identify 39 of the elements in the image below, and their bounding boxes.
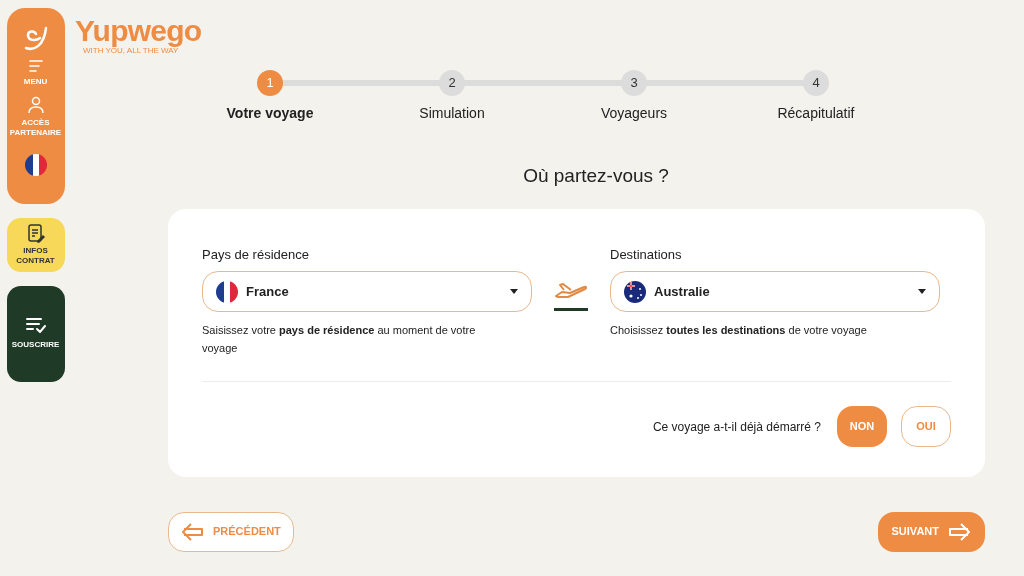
- country-select[interactable]: Australie: [610, 271, 940, 312]
- field-hint: Choisissez toutes les destinations de votre voyage: [610, 323, 868, 338]
- user-icon[interactable]: [27, 96, 44, 114]
- logo-mark-icon: [22, 26, 49, 52]
- previous-button[interactable]: PRÉCÉDENT: [168, 511, 294, 552]
- runway-line: [554, 307, 588, 311]
- step-number: 3: [621, 70, 647, 96]
- started-question: Ce voyage a-t-il déjà démarré ?: [652, 418, 821, 436]
- menu-icon[interactable]: [28, 60, 43, 72]
- step-number: 2: [439, 70, 465, 96]
- flag-icon: [624, 280, 646, 303]
- field-label: Pays de résidence: [202, 245, 310, 264]
- step-label: Récapitulatif: [777, 104, 855, 123]
- field-label: Destinations: [610, 245, 683, 264]
- answer-button[interactable]: OUI: [901, 406, 951, 447]
- arrow-right-icon: [947, 521, 971, 542]
- french-flag-icon: [24, 154, 47, 176]
- brand-logo[interactable]: Yupwego: [75, 17, 1024, 45]
- step-number: 4: [803, 70, 829, 96]
- step-label: Votre voyage: [226, 104, 314, 123]
- country-select[interactable]: France: [202, 271, 532, 312]
- menu-label[interactable]: MENU: [23, 76, 48, 88]
- checklist-icon: [25, 317, 46, 333]
- contract-info-button[interactable]: INFOS CONTRAT: [6, 218, 65, 272]
- step-label: Simulation: [419, 104, 485, 123]
- arrow-left-icon: [181, 521, 205, 542]
- next-button[interactable]: SUIVANT: [877, 511, 985, 552]
- caret-icon: [510, 289, 518, 294]
- step-label: Voyageurs: [600, 104, 668, 123]
- partner-access-label[interactable]: ACCÈS PARTENAIRE: [8, 118, 63, 138]
- flag-icon: [216, 280, 238, 303]
- field-hint: Saisissez votre pays de résidence au moment de votre voyage: [202, 323, 477, 356]
- caret-icon: [918, 289, 926, 294]
- document-pen-icon: [26, 224, 45, 244]
- page-heading: Où partez-vous ?: [522, 164, 670, 188]
- step-number: 1: [257, 70, 283, 96]
- answer-button[interactable]: NON: [837, 406, 887, 447]
- subscribe-button[interactable]: SOUSCRIRE: [6, 286, 65, 382]
- brand-tagline: WITH YOU, ALL THE WAY: [83, 46, 179, 57]
